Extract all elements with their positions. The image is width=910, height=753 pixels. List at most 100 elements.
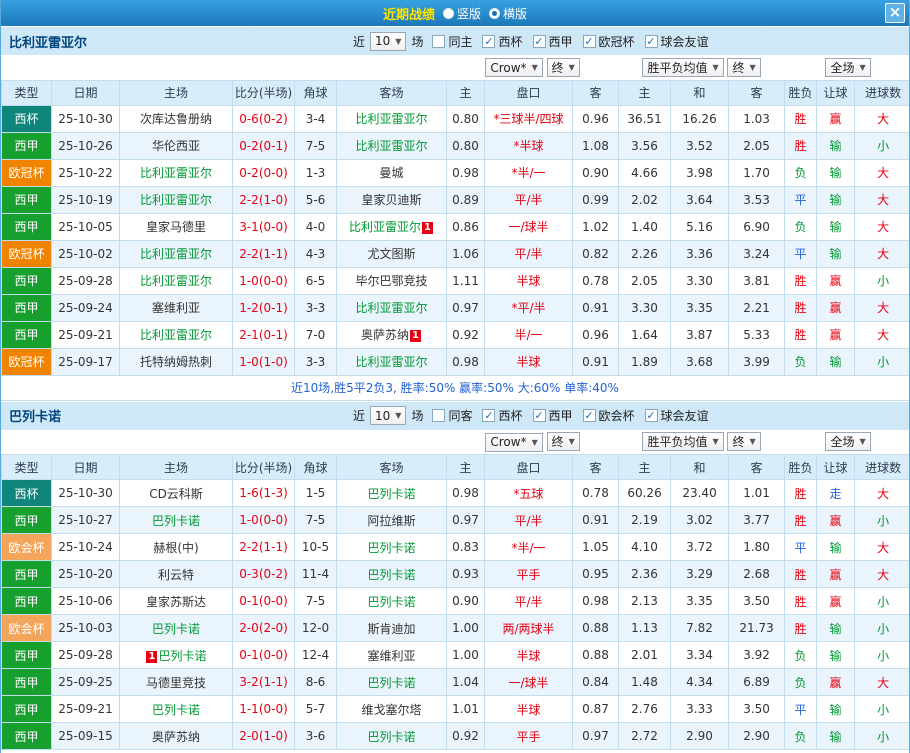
home-team-name[interactable]: 比利亚雷亚尔 bbox=[140, 274, 212, 288]
handicap-home-odds: 0.98 bbox=[446, 479, 486, 507]
close-icon[interactable]: × bbox=[885, 3, 905, 23]
away-team-name[interactable]: 奥萨苏纳 bbox=[361, 328, 409, 342]
home-team-name[interactable]: 次库达鲁册纳 bbox=[140, 112, 212, 126]
filter-checkbox-欧会杯[interactable]: ✓ 欧会杯 bbox=[582, 407, 635, 424]
result-cell: 负 bbox=[784, 158, 818, 187]
away-team-name[interactable]: 巴列卡诺 bbox=[368, 676, 416, 690]
filter-checkbox-西甲[interactable]: ✓ 西甲 bbox=[532, 33, 573, 50]
home-team-name[interactable]: 皇家马德里 bbox=[146, 220, 206, 234]
score-cell: 2-2(1-1) bbox=[232, 239, 295, 268]
filter-checkbox-球会友谊[interactable]: ✓ 球会友谊 bbox=[644, 33, 709, 50]
away-team-name[interactable]: 皇家贝迪斯 bbox=[362, 193, 422, 207]
checkbox-icon[interactable]: ✓ bbox=[644, 409, 658, 422]
result-cell: 胜 bbox=[784, 560, 818, 588]
home-team-name[interactable]: 塞维利亚 bbox=[152, 301, 200, 315]
final-avg-dropdown[interactable]: 终 ▼ bbox=[727, 57, 761, 77]
home-team-name[interactable]: 比利亚雷亚尔 bbox=[140, 328, 212, 342]
away-team-name[interactable]: 比利亚雷亚尔 bbox=[356, 112, 428, 126]
home-team-name[interactable]: 巴列卡诺 bbox=[158, 649, 206, 663]
away-team-name[interactable]: 巴列卡诺 bbox=[368, 541, 416, 555]
chevron-down-icon: ▼ bbox=[568, 437, 575, 446]
filter-checkbox-欧冠杯[interactable]: ✓ 欧冠杯 bbox=[582, 33, 635, 50]
final-odds-dropdown[interactable]: 终 ▼ bbox=[546, 432, 580, 451]
away-team-name[interactable]: 巴列卡诺 bbox=[368, 568, 416, 582]
avg-draw-odds: 5.16 bbox=[670, 212, 730, 241]
home-team-name[interactable]: 比利亚雷亚尔 bbox=[140, 247, 212, 261]
away-team-name[interactable]: 曼城 bbox=[380, 166, 404, 180]
home-team-name[interactable]: 奥萨苏纳 bbox=[152, 730, 200, 744]
radio-selected-icon[interactable] bbox=[489, 7, 500, 19]
handicap-result-cell: 赢 bbox=[816, 293, 856, 322]
filter-checkbox-球会友谊[interactable]: ✓ 球会友谊 bbox=[644, 407, 709, 424]
filter-checkbox-同客[interactable]: 同客 bbox=[432, 407, 472, 424]
filter-checkbox-西杯[interactable]: ✓ 西杯 bbox=[482, 407, 523, 424]
checkbox-icon[interactable]: ✓ bbox=[582, 409, 596, 422]
scope-dropdown[interactable]: 全场 ▼ bbox=[825, 432, 871, 452]
home-team-name[interactable]: 比利亚雷亚尔 bbox=[140, 193, 212, 207]
checkbox-icon[interactable] bbox=[432, 409, 446, 422]
away-team-name[interactable]: 尤文图斯 bbox=[368, 247, 416, 261]
checkbox-icon[interactable]: ✓ bbox=[482, 409, 496, 422]
avg-draw-odds: 23.40 bbox=[670, 479, 730, 507]
avg-odds-dropdown[interactable]: 胜平负均值 ▼ bbox=[642, 57, 724, 77]
home-team-name[interactable]: 巴列卡诺 bbox=[152, 622, 200, 636]
match-row: 西甲 25-09-24 塞维利亚 1-2(0-1) 3-3 比利亚雷亚尔 0.97 *平/半 0… bbox=[1, 293, 909, 322]
away-team-name[interactable]: 阿拉维斯 bbox=[368, 514, 416, 528]
home-team-name[interactable]: 巴列卡诺 bbox=[152, 703, 200, 717]
avg-away-odds: 3.53 bbox=[728, 185, 786, 214]
home-team-name[interactable]: 赫根(中) bbox=[153, 541, 198, 555]
checkbox-icon[interactable]: ✓ bbox=[532, 409, 546, 422]
home-team-name[interactable]: 利云特 bbox=[158, 568, 194, 582]
checkbox-icon[interactable]: ✓ bbox=[582, 34, 596, 48]
handicap-away-odds: 0.91 bbox=[572, 506, 620, 534]
match-row: 西甲 25-10-27 巴列卡诺 1-0(0-0) 7-5 阿拉维斯 0.97 平/半 0.91… bbox=[1, 506, 909, 534]
checkbox-icon[interactable]: ✓ bbox=[482, 34, 496, 48]
dropdown-value: 10 bbox=[375, 34, 391, 48]
matches-table: Crow* ▼ 终 ▼ 胜平负均值 ▼ 终 ▼ 全场 ▼ 类型 日期 主场 比分(半场) bbox=[1, 55, 909, 376]
layout-vertical-radio[interactable]: 竖版 bbox=[442, 5, 481, 22]
radio-unselected-icon[interactable] bbox=[442, 7, 454, 19]
home-team-name[interactable]: 皇家苏斯达 bbox=[146, 595, 206, 609]
match-count-select[interactable]: 10 ▼ bbox=[370, 406, 407, 425]
home-team-name[interactable]: 马德里竞技 bbox=[146, 676, 206, 690]
avg-draw-odds: 3.35 bbox=[670, 293, 730, 322]
home-team-name[interactable]: 托特纳姆热刺 bbox=[140, 355, 212, 369]
match-row: 欧冠杯 25-10-22 比利亚雷亚尔 0-2(0-0) 1-3 曼城 0.98 *半/一 0.… bbox=[1, 158, 909, 187]
radio-label: 竖版 bbox=[456, 6, 481, 21]
match-type-cell: 西杯 bbox=[1, 479, 52, 507]
filter-checkbox-同主[interactable]: 同主 bbox=[432, 33, 472, 50]
home-team-name[interactable]: 比利亚雷亚尔 bbox=[140, 166, 212, 180]
odds-company-dropdown[interactable]: Crow* ▼ bbox=[485, 432, 543, 452]
filter-checkbox-西甲[interactable]: ✓ 西甲 bbox=[532, 407, 573, 424]
avg-odds-dropdown[interactable]: 胜平负均值 ▼ bbox=[642, 432, 724, 452]
away-team-name[interactable]: 巴列卡诺 bbox=[368, 595, 416, 609]
final-odds-dropdown[interactable]: 终 ▼ bbox=[546, 57, 580, 77]
away-team-name[interactable]: 比利亚雷亚尔 bbox=[356, 301, 428, 315]
checkbox-label: 西甲 bbox=[548, 34, 573, 49]
checkbox-icon[interactable] bbox=[432, 34, 446, 48]
checkbox-icon[interactable]: ✓ bbox=[532, 34, 546, 48]
away-team-name[interactable]: 比利亚雷亚尔 bbox=[349, 220, 421, 234]
handicap-home-odds: 0.98 bbox=[446, 347, 486, 376]
home-team-name[interactable]: CD云科斯 bbox=[149, 487, 203, 501]
home-team-name[interactable]: 华伦西亚 bbox=[152, 139, 200, 153]
final-avg-dropdown[interactable]: 终 ▼ bbox=[727, 432, 761, 452]
away-team-name[interactable]: 巴列卡诺 bbox=[368, 487, 416, 501]
odds-company-dropdown[interactable]: Crow* ▼ bbox=[485, 58, 543, 77]
handicap-away-odds: 0.88 bbox=[572, 614, 620, 642]
away-team-name[interactable]: 巴列卡诺 bbox=[368, 730, 416, 744]
checkbox-icon[interactable]: ✓ bbox=[644, 34, 658, 48]
away-team-name[interactable]: 斯肯迪加 bbox=[368, 622, 416, 636]
away-team-name[interactable]: 毕尔巴鄂竞技 bbox=[356, 274, 428, 288]
away-team-cell: 巴列卡诺 bbox=[335, 479, 448, 507]
away-team-name[interactable]: 维戈塞尔塔 bbox=[362, 703, 422, 717]
away-team-name[interactable]: 塞维利亚 bbox=[368, 649, 416, 663]
filter-checkbox-西杯[interactable]: ✓ 西杯 bbox=[482, 33, 523, 50]
home-team-name[interactable]: 巴列卡诺 bbox=[152, 514, 200, 528]
away-team-name[interactable]: 比利亚雷亚尔 bbox=[356, 355, 428, 369]
match-count-select[interactable]: 10 ▼ bbox=[370, 31, 407, 51]
scope-dropdown[interactable]: 全场 ▼ bbox=[825, 57, 871, 77]
corners-cell: 5-6 bbox=[294, 185, 337, 214]
away-team-name[interactable]: 比利亚雷亚尔 bbox=[356, 139, 428, 153]
layout-horizontal-radio[interactable]: 横版 bbox=[489, 5, 527, 22]
